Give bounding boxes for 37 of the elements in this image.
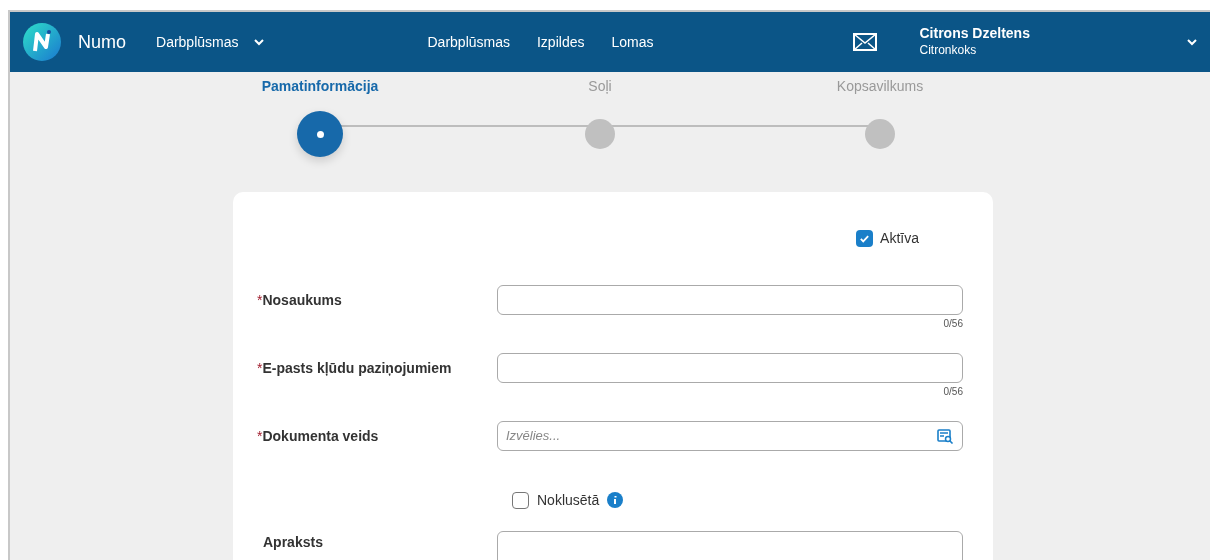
nav-link[interactable]: Lomas [611,31,654,53]
step-marker[interactable] [585,119,615,149]
select-field[interactable]: Izvēlies... [497,421,963,451]
char-counter: 0/56 [943,317,963,331]
checkbox[interactable] [856,230,874,247]
checkbox[interactable] [512,491,529,509]
step-label: Soļi [588,77,612,96]
chevron-down-icon[interactable] [1186,38,1198,46]
user-org: Citronkoks [919,42,978,59]
info-icon[interactable] [607,492,624,508]
nav-link[interactable]: Darbplūsmas [427,31,510,53]
step-label: Kopsavilkums [836,77,924,96]
checkbox-label: Noklusētā [537,490,600,510]
mail-icon[interactable] [853,33,878,51]
logo-icon [22,22,62,62]
check-icon [859,233,871,244]
step-label: Pamatinformācija [261,77,379,96]
checkbox-label: Aktīva [880,229,919,248]
field-label: Dokumenta veids [262,427,379,446]
field-label: Nosaukums [262,291,342,310]
nav-link[interactable]: Izpildes [537,31,585,53]
field-label: Apraksts [263,533,323,552]
app-menu[interactable]: Darbplūsmas [156,31,265,53]
app-name: Numo [78,30,126,54]
field-label: E-pasts kļūdu paziņojumiem [262,359,452,378]
list-search-icon[interactable] [937,428,954,444]
char-counter: 0/56 [943,385,963,399]
step-marker[interactable] [865,119,895,149]
text-field[interactable] [497,285,963,315]
text-field[interactable] [497,353,963,383]
user-name: Citrons Dzeltens [919,25,1030,42]
chevron-down-icon [252,38,265,46]
step-marker[interactable] [297,111,343,157]
placeholder: Izvēlies... [506,427,561,446]
required-mark: * [257,291,263,310]
required-mark: * [257,427,263,446]
required-mark: * [257,359,263,378]
